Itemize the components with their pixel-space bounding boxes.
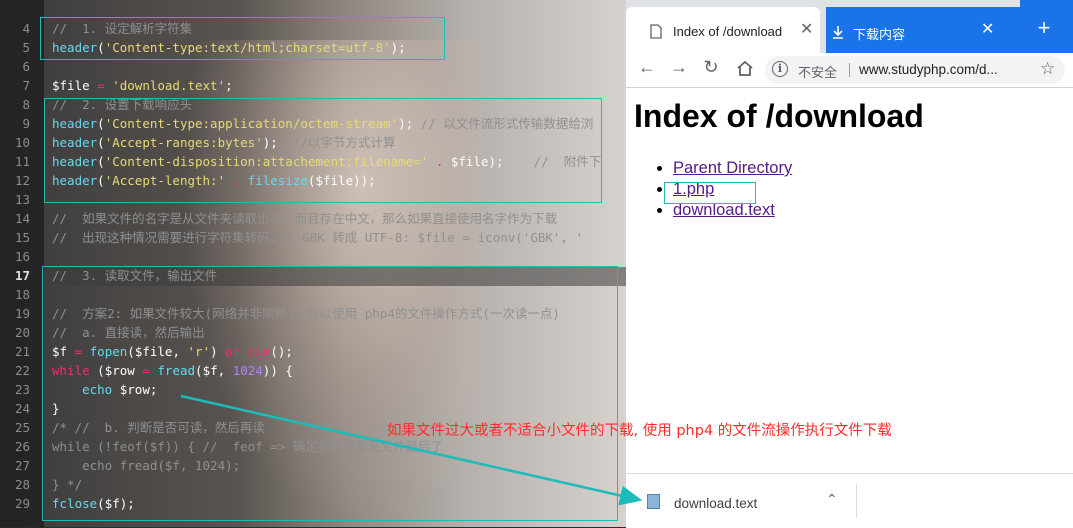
line-number: 15 (14, 230, 30, 245)
line-number: 6 (22, 59, 30, 74)
highlight-box-headers (44, 98, 602, 203)
code-token: // 如果文件的名字是从文件夹读取出来，而且存在中文，那么如果直接使用名字作为下… (52, 211, 558, 226)
line-number: 16 (14, 249, 30, 264)
line-number: 5 (22, 40, 30, 55)
tab-label: Index of /download (673, 24, 783, 39)
tab-label: 下载内容 (853, 27, 906, 42)
forward-arrow-icon[interactable]: → (667, 57, 691, 78)
line-number: 13 (14, 192, 30, 207)
download-icon (833, 26, 843, 39)
download-file-name[interactable]: download.text (674, 496, 757, 511)
omnibox-divider (849, 63, 850, 77)
list-item: Parent Directory (673, 158, 792, 179)
line-number: 18 (14, 287, 30, 302)
line-number: 26 (14, 439, 30, 454)
browser-window: Index of /download ✕ 下载内容 ✕ + ← → ↻ i 不安… (626, 0, 1073, 528)
line-number: 12 (14, 173, 30, 188)
line-number: 27 (14, 458, 30, 473)
code-editor[interactable]: 4 5 6 7 8 9 10 11 12 13 14 15 16 17 18 19 20 21 22 23 24 25 26… (0, 0, 626, 527)
tab-index-download[interactable]: Index of /download ✕ (626, 7, 820, 53)
close-tab-icon[interactable]: ✕ (800, 19, 813, 39)
url-text[interactable]: www.studyphp.com/d... (859, 62, 998, 77)
reload-icon[interactable]: ↻ (699, 57, 723, 78)
line-number: 8 (22, 97, 30, 112)
close-tab-icon[interactable]: ✕ (981, 19, 994, 39)
download-shelf: download.text ⌃ (626, 473, 1073, 528)
link-parent-directory[interactable]: Parent Directory (673, 159, 792, 177)
line-number: 4 (22, 21, 30, 36)
file-icon (647, 494, 660, 509)
back-arrow-icon[interactable]: ← (635, 57, 659, 78)
highlight-box-charset (40, 17, 445, 60)
line-number: 22 (14, 363, 30, 378)
address-bar[interactable]: i 不安全 www.studyphp.com/d... ☆ (765, 56, 1065, 84)
highlight-box-link (664, 182, 756, 204)
tab-strip: Index of /download ✕ 下载内容 ✕ + (626, 0, 1073, 53)
line-number: 25 (14, 420, 30, 435)
line-number: 29 (14, 496, 30, 511)
code-line[interactable]: // 出现这种情况需要进行字符集转码，从 GBK 转成 UTF-8: $file… (52, 228, 583, 247)
page-content: Index of /download Parent Directory 1.ph… (626, 88, 1073, 473)
code-token: // 出现这种情况需要进行字符集转码，从 GBK 转成 UTF-8: $file… (52, 230, 584, 245)
bookmark-star-icon[interactable]: ☆ (1040, 59, 1055, 79)
line-number: 20 (14, 325, 30, 340)
new-tab-button[interactable]: + (1029, 14, 1059, 44)
code-token: ; (225, 78, 233, 93)
line-number: 11 (14, 154, 30, 169)
line-number: 19 (14, 306, 30, 321)
annotation-text: 如果文件过大或者不适合小文件的下载, 使用 php4 的文件流操作执行文件下载 (387, 423, 892, 439)
security-label: 不安全 (798, 65, 838, 80)
line-number: 7 (22, 78, 30, 93)
line-number: 24 (14, 401, 30, 416)
info-icon[interactable]: i (772, 61, 788, 77)
line-number: 14 (14, 211, 30, 226)
line-number: 28 (14, 477, 30, 492)
code-line[interactable]: // 如果文件的名字是从文件夹读取出来，而且存在中文，那么如果直接使用名字作为下… (52, 209, 557, 228)
download-divider (856, 484, 857, 518)
code-token: 'download.text' (112, 78, 226, 93)
page-title: Index of /download (634, 98, 924, 134)
line-number: 9 (22, 116, 30, 131)
page-icon (650, 24, 662, 39)
line-number: 17 (14, 268, 30, 283)
browser-toolbar: ← → ↻ i 不安全 www.studyphp.com/d... ☆ (626, 53, 1073, 88)
code-token: $file (52, 78, 90, 93)
tab-downloads[interactable]: 下载内容 ✕ (826, 7, 1020, 53)
code-token: = (89, 78, 113, 93)
home-icon[interactable] (733, 60, 757, 77)
line-number: 21 (14, 344, 30, 359)
line-number: 10 (14, 135, 30, 150)
line-number: 23 (14, 382, 30, 397)
highlight-box-read-file (42, 266, 618, 521)
chevron-up-icon[interactable]: ⌃ (826, 491, 838, 508)
code-line[interactable]: $file = 'download.text'; (52, 76, 233, 95)
